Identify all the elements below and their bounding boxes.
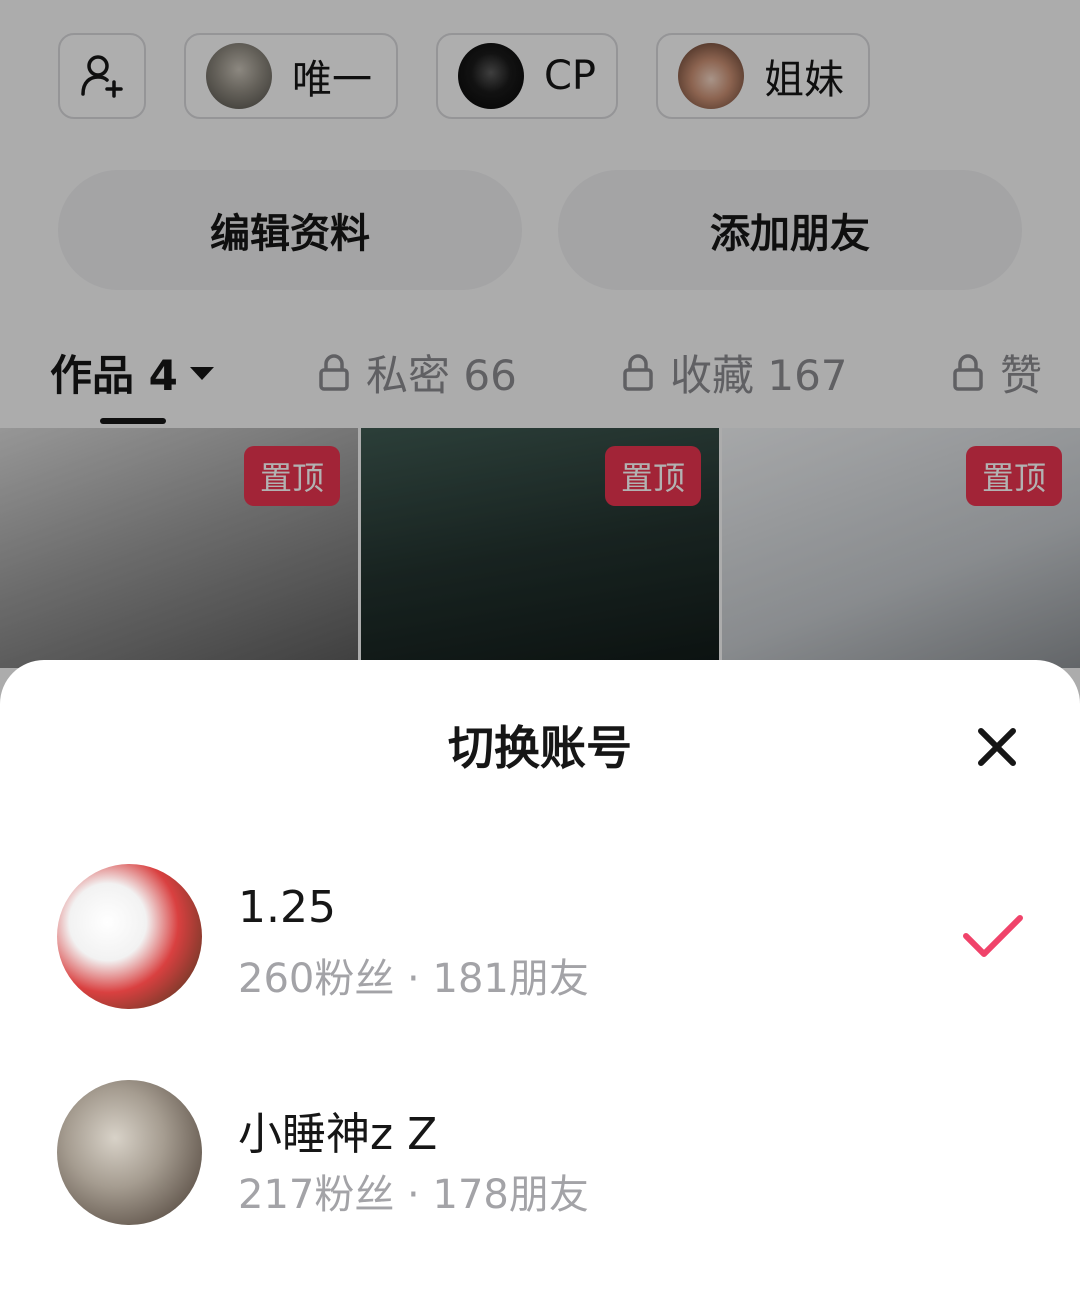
account-item[interactable]: 1.25 260粉丝 · 181朋友 xyxy=(0,864,1080,1024)
account-name: 1.25 xyxy=(238,882,336,933)
avatar xyxy=(57,1080,202,1225)
checkmark-icon xyxy=(963,915,1023,957)
sheet-title: 切换账号 xyxy=(448,721,632,775)
account-name: 小睡神z Z xyxy=(238,1109,438,1160)
switch-account-sheet: 切换账号 1.25 260粉丝 · 181朋友 小睡神z Z 217粉丝 · 1… xyxy=(0,660,1080,1298)
account-item[interactable]: 小睡神z Z 217粉丝 · 178朋友 xyxy=(0,1080,1080,1240)
avatar xyxy=(57,864,202,1009)
account-stats: 260粉丝 · 181朋友 xyxy=(238,956,589,1002)
profile-page: 唯一 CP 姐妹 编辑资料 添加朋友 作品 4 私密 66 收藏 167 赞 置… xyxy=(0,0,1080,1298)
close-icon[interactable] xyxy=(970,720,1024,774)
account-stats: 217粉丝 · 178朋友 xyxy=(238,1172,589,1218)
